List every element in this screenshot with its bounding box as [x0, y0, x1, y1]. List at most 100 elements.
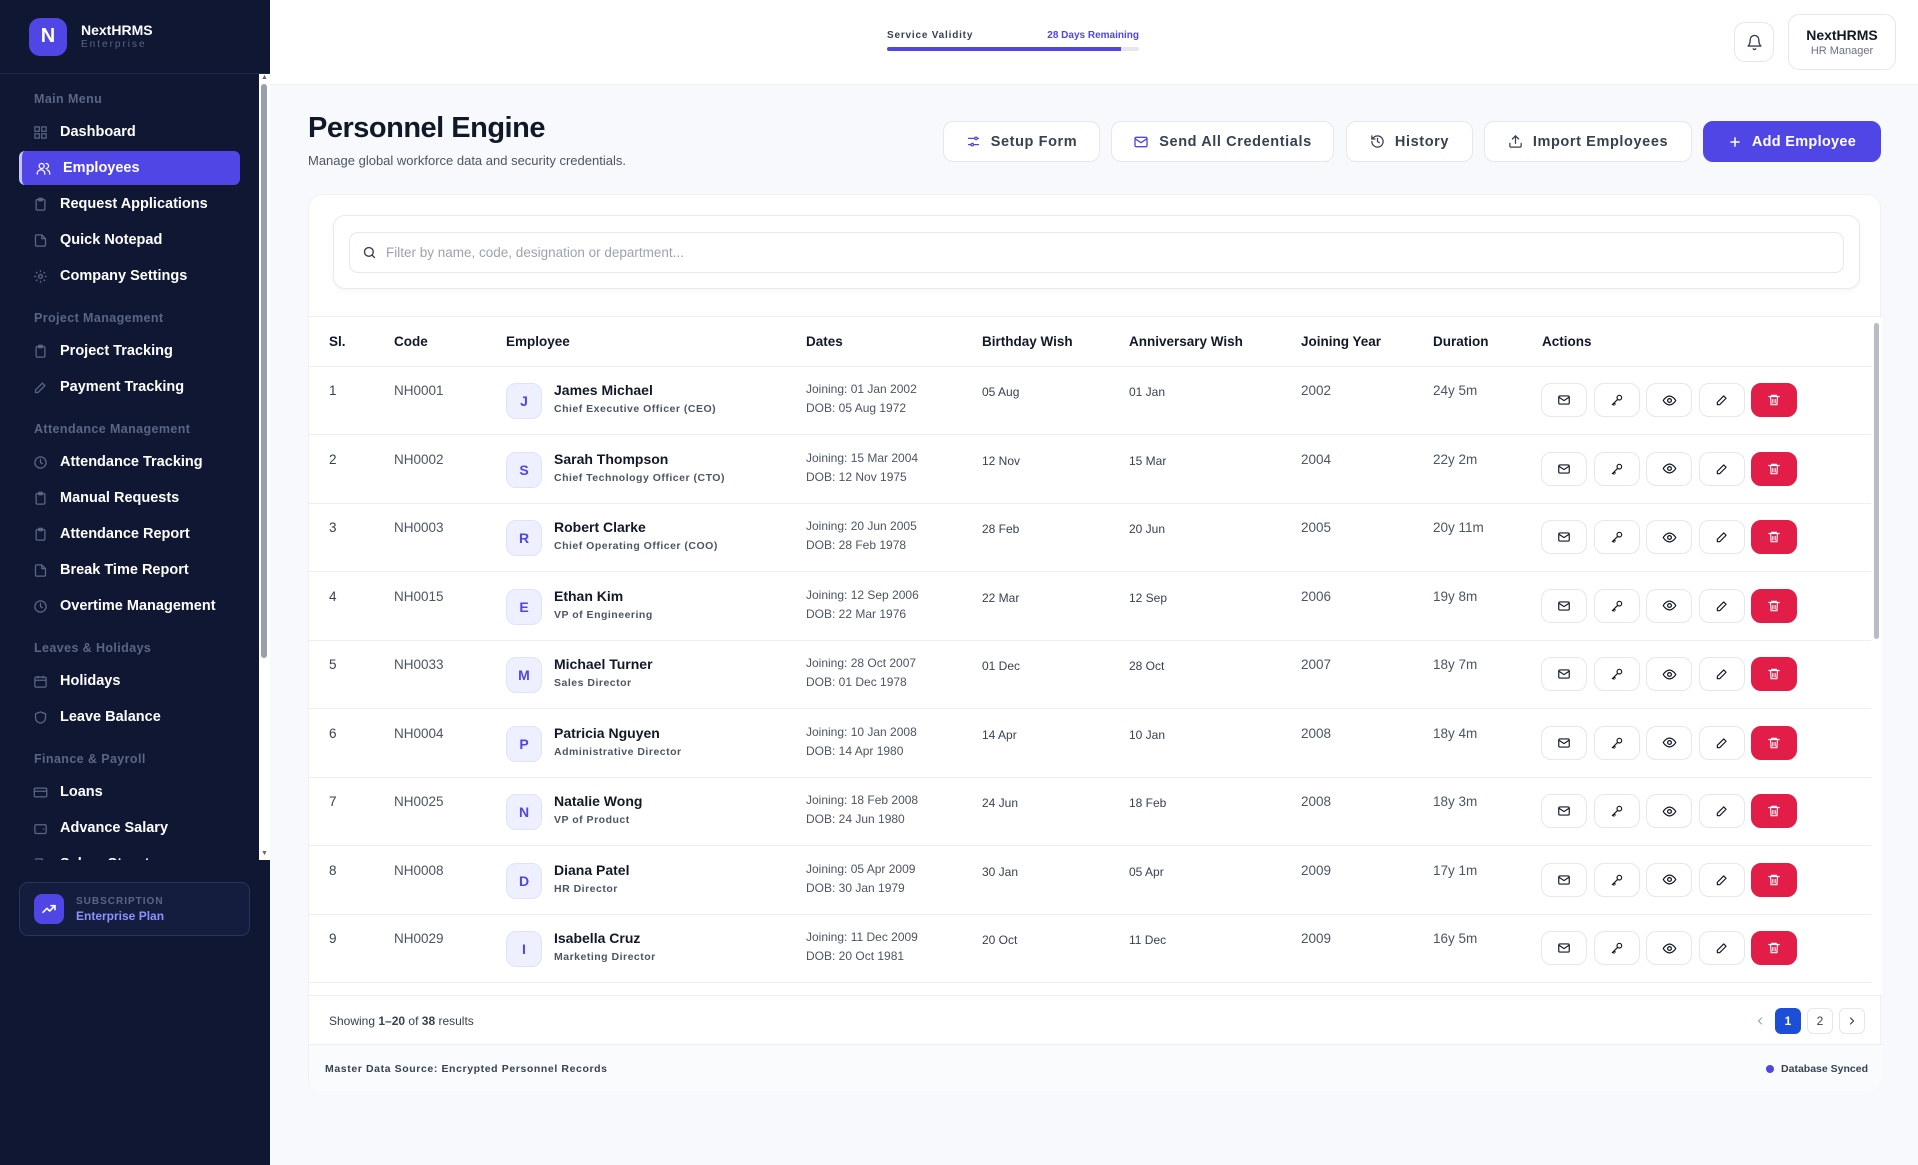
- import-employees-button[interactable]: Import Employees: [1484, 121, 1692, 162]
- mail-icon: [1133, 134, 1149, 150]
- sidebar-item-project-tracking[interactable]: Project Tracking: [19, 334, 240, 368]
- next-page-button[interactable]: [1839, 1008, 1865, 1034]
- sidebar-item-dashboard[interactable]: Dashboard: [19, 115, 240, 149]
- key-icon: [1610, 941, 1624, 955]
- delete-button[interactable]: [1751, 931, 1797, 965]
- reset-password-button[interactable]: [1593, 588, 1640, 623]
- view-button[interactable]: [1646, 588, 1692, 623]
- row-sl: 8: [329, 862, 337, 878]
- employee-name[interactable]: James Michael: [554, 382, 653, 398]
- delete-button[interactable]: [1751, 451, 1797, 486]
- sidebar-item-quick-notepad[interactable]: Quick Notepad: [19, 223, 240, 257]
- delete-button[interactable]: [1751, 520, 1797, 554]
- search-input[interactable]: Filter by name, code, designation or dep…: [349, 232, 1844, 273]
- sidebar-item-employees[interactable]: Employees: [19, 151, 240, 185]
- send-credentials-button[interactable]: [1541, 862, 1587, 897]
- sidebar-item-loans[interactable]: Loans: [19, 775, 240, 809]
- sidebar-item-overtime-management[interactable]: Overtime Management: [19, 589, 240, 623]
- sidebar-scrollbar-thumb[interactable]: [261, 84, 267, 658]
- send-credentials-button[interactable]: [1541, 725, 1587, 760]
- notifications-button[interactable]: [1734, 22, 1774, 62]
- sidebar-item-payment-tracking[interactable]: Payment Tracking: [19, 370, 240, 404]
- user-menu[interactable]: NextHRMS HR Manager: [1788, 14, 1896, 70]
- view-button[interactable]: [1646, 725, 1692, 760]
- validity-remaining: 28 Days Remaining: [1047, 30, 1139, 41]
- employee-name[interactable]: Isabella Cruz: [554, 930, 640, 946]
- search-panel: Filter by name, code, designation or dep…: [333, 215, 1860, 289]
- edit-button[interactable]: [1698, 725, 1745, 760]
- delete-button[interactable]: [1751, 725, 1797, 760]
- row-sl: 5: [329, 657, 337, 672]
- setup-form-button[interactable]: Setup Form: [943, 121, 1100, 162]
- view-button[interactable]: [1646, 451, 1692, 486]
- sidebar-item-holidays[interactable]: Holidays: [19, 664, 240, 698]
- delete-button[interactable]: [1751, 657, 1797, 691]
- employee-designation: Chief Technology Officer (CTO): [554, 471, 725, 484]
- add-employee-button[interactable]: Add Employee: [1703, 121, 1881, 162]
- send-credentials-button[interactable]: [1541, 657, 1587, 691]
- reset-password-button[interactable]: [1593, 657, 1640, 691]
- delete-button[interactable]: [1751, 794, 1797, 828]
- employee-name[interactable]: Patricia Nguyen: [554, 725, 660, 741]
- reset-password-button[interactable]: [1593, 725, 1640, 760]
- view-button[interactable]: [1646, 520, 1692, 554]
- reset-password-button[interactable]: [1593, 862, 1640, 897]
- sidebar-item-salary-structure[interactable]: Salary Structure: [19, 847, 240, 860]
- delete-button[interactable]: [1751, 383, 1797, 417]
- view-button[interactable]: [1646, 657, 1692, 691]
- table-scrollbar[interactable]: [1871, 317, 1882, 995]
- employee-name[interactable]: Robert Clarke: [554, 519, 646, 535]
- delete-button[interactable]: [1751, 588, 1797, 623]
- reset-password-button[interactable]: [1593, 794, 1640, 828]
- edit-button[interactable]: [1698, 451, 1745, 486]
- sidebar-item-attendance-tracking[interactable]: Attendance Tracking: [19, 445, 240, 479]
- delete-button[interactable]: [1751, 862, 1797, 897]
- reset-password-button[interactable]: [1593, 383, 1640, 417]
- sync-status: Database Synced: [1766, 1063, 1868, 1075]
- edit-button[interactable]: [1698, 794, 1745, 828]
- sidebar-item-leave-balance[interactable]: Leave Balance: [19, 700, 240, 734]
- view-button[interactable]: [1646, 862, 1692, 897]
- send-all-credentials-button[interactable]: Send All Credentials: [1111, 121, 1334, 162]
- subscription-card[interactable]: SUBSCRIPTION Enterprise Plan: [19, 882, 250, 936]
- anniversary-wish: 05 Apr: [1129, 864, 1164, 879]
- sidebar-scrollbar[interactable]: ▲ ▼: [259, 74, 270, 860]
- page-2-button[interactable]: 2: [1807, 1008, 1833, 1034]
- sidebar-item-break-time-report[interactable]: Break Time Report: [19, 553, 240, 587]
- reset-password-button[interactable]: [1593, 931, 1640, 965]
- employee-name[interactable]: Michael Turner: [554, 656, 653, 672]
- employee-name[interactable]: Ethan Kim: [554, 588, 623, 604]
- send-credentials-button[interactable]: [1541, 931, 1587, 965]
- send-credentials-button[interactable]: [1541, 383, 1587, 417]
- employee-name[interactable]: Natalie Wong: [554, 793, 642, 809]
- employee-name[interactable]: Diana Patel: [554, 862, 629, 878]
- view-button[interactable]: [1646, 383, 1692, 417]
- edit-button[interactable]: [1698, 862, 1745, 897]
- edit-button[interactable]: [1698, 520, 1745, 554]
- prev-page-button[interactable]: [1747, 1008, 1773, 1034]
- send-credentials-button[interactable]: [1541, 451, 1587, 486]
- key-icon: [1610, 599, 1624, 613]
- page-1-button[interactable]: 1: [1775, 1008, 1801, 1034]
- sidebar-item-advance-salary[interactable]: Advance Salary: [19, 811, 240, 845]
- employee-name[interactable]: Sarah Thompson: [554, 451, 668, 467]
- sidebar-item-company-settings[interactable]: Company Settings: [19, 259, 240, 293]
- sidebar-item-attendance-report[interactable]: Attendance Report: [19, 517, 240, 551]
- history-button[interactable]: History: [1346, 121, 1473, 162]
- send-credentials-button[interactable]: [1541, 794, 1587, 828]
- edit-button[interactable]: [1698, 588, 1745, 623]
- anniversary-wish: 20 Jun: [1129, 522, 1166, 536]
- send-credentials-button[interactable]: [1541, 588, 1587, 623]
- reset-password-button[interactable]: [1593, 451, 1640, 486]
- reset-password-button[interactable]: [1593, 520, 1640, 554]
- edit-button[interactable]: [1698, 657, 1745, 691]
- view-button[interactable]: [1646, 931, 1692, 965]
- edit-button[interactable]: [1698, 931, 1745, 965]
- send-credentials-button[interactable]: [1541, 520, 1587, 554]
- sidebar-item-manual-requests[interactable]: Manual Requests: [19, 481, 240, 515]
- sidebar-item-request-applications[interactable]: Request Applications: [19, 187, 240, 221]
- pencil-icon: [1715, 393, 1729, 407]
- view-button[interactable]: [1646, 794, 1692, 828]
- table-scrollbar-thumb[interactable]: [1874, 323, 1879, 639]
- edit-button[interactable]: [1698, 383, 1745, 417]
